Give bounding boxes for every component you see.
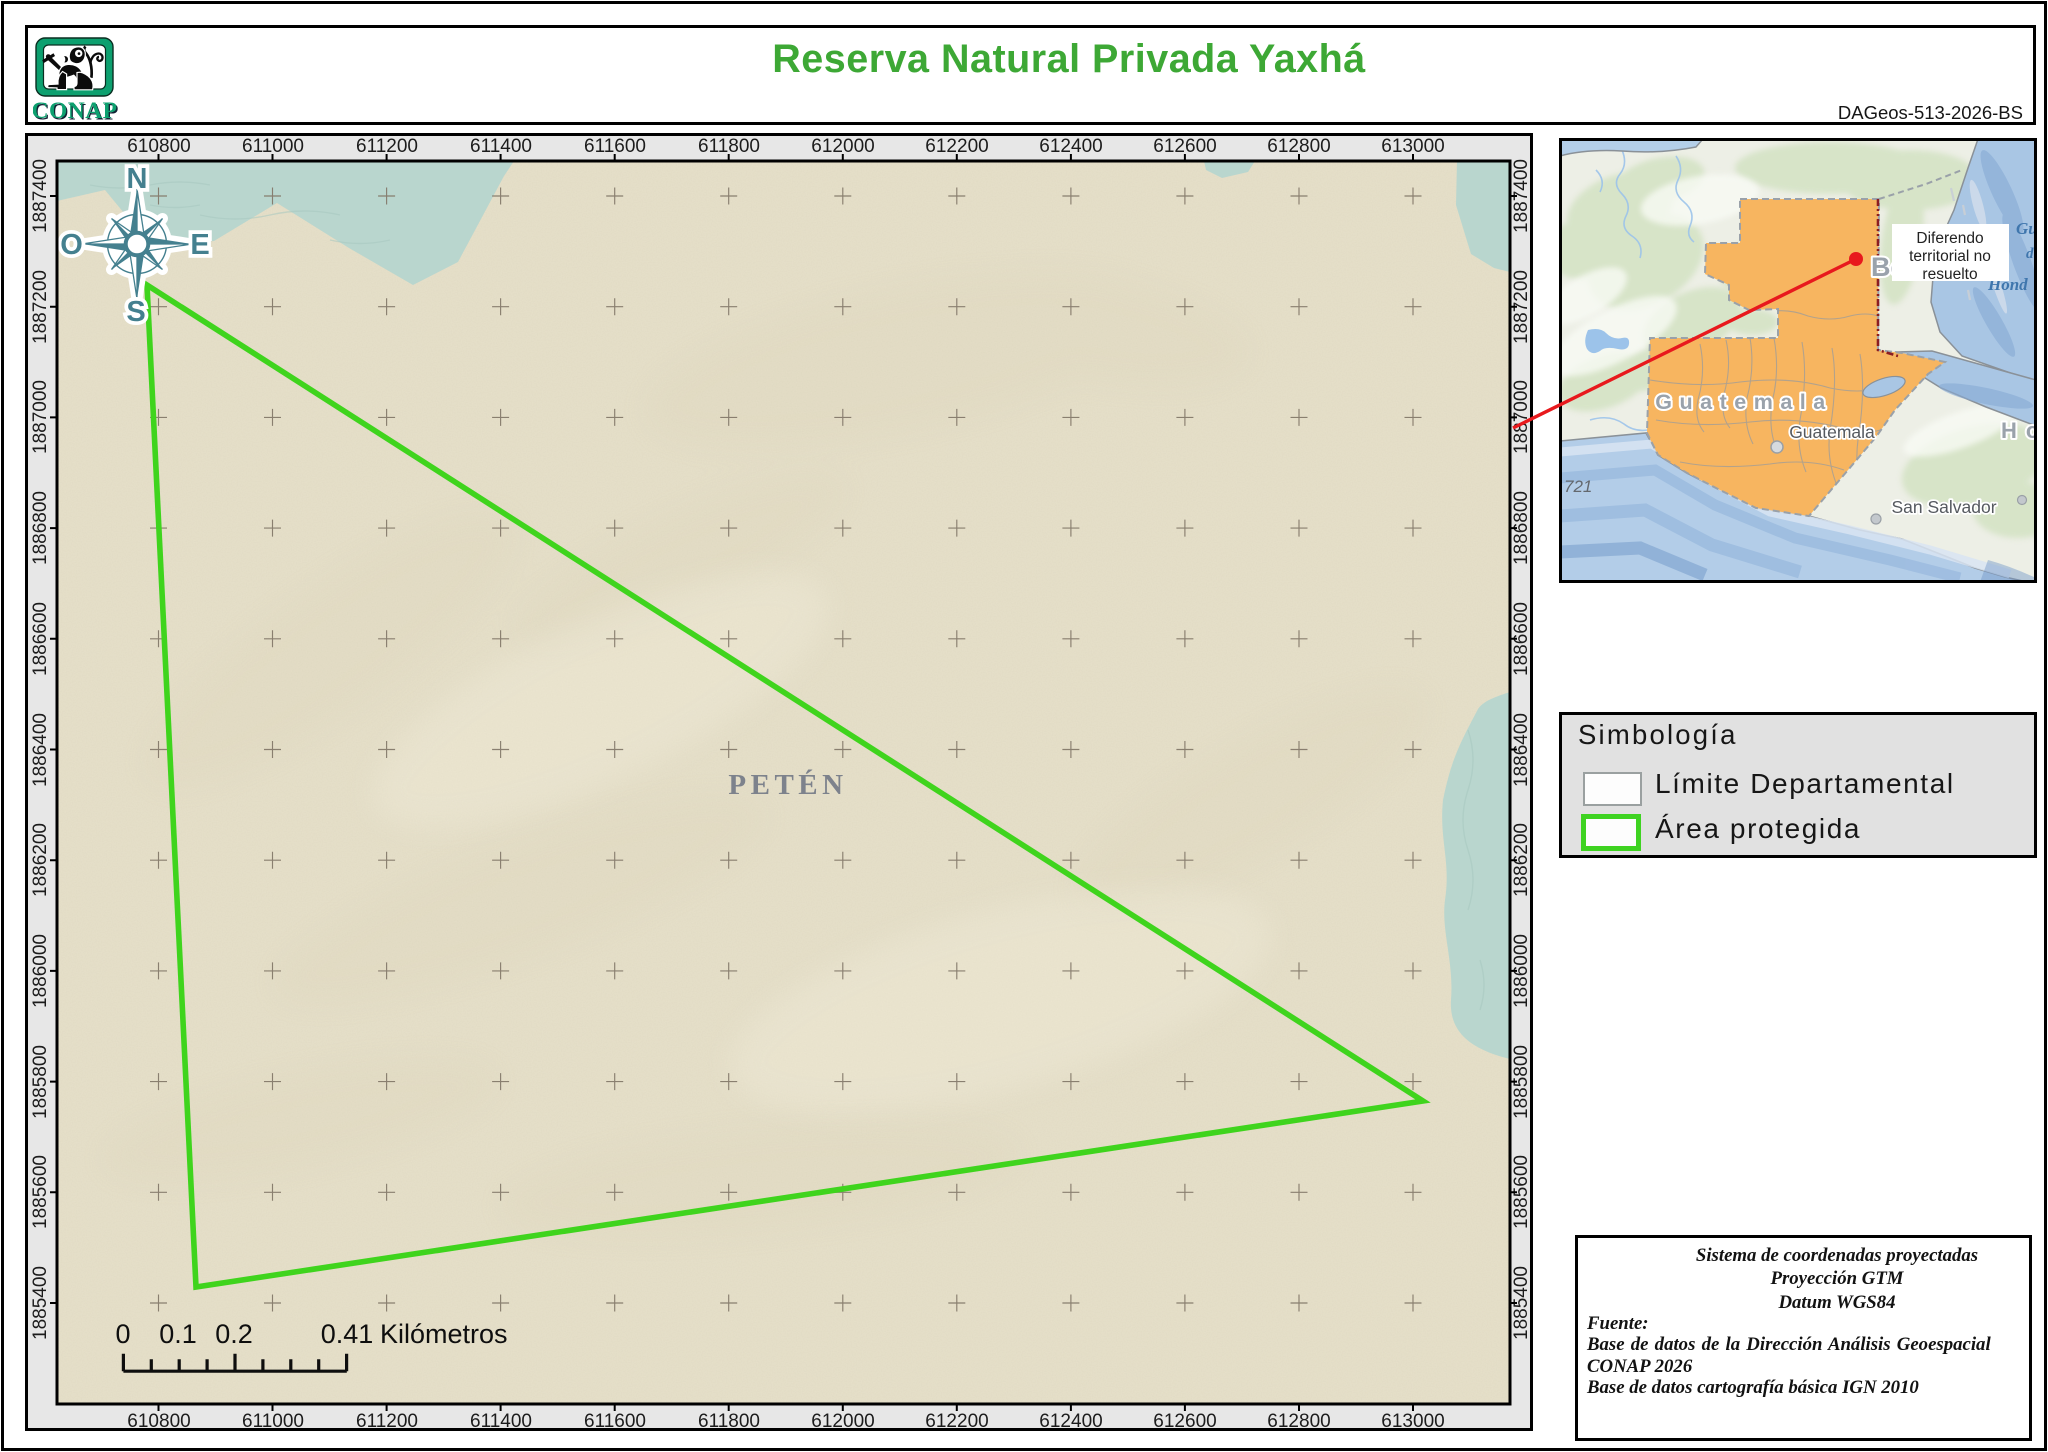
svg-text:Ho: Ho xyxy=(2001,418,2038,443)
svg-text:territorial no: territorial no xyxy=(1909,248,1991,265)
svg-text:721: 721 xyxy=(1564,477,1592,496)
svg-text:CONAP: CONAP xyxy=(33,98,118,124)
svg-text:Kilómetros: Kilómetros xyxy=(380,1319,508,1349)
svg-text:0.2: 0.2 xyxy=(215,1319,253,1349)
svg-text:Diferendo: Diferendo xyxy=(1916,230,1983,247)
svg-text:San Salvador: San Salvador xyxy=(1891,497,1996,517)
svg-text:N: N xyxy=(127,163,148,195)
svg-text:d: d xyxy=(2026,246,2034,262)
svg-text:0.1: 0.1 xyxy=(159,1319,197,1349)
svg-text:resuelto: resuelto xyxy=(1922,266,1977,283)
svg-text:E: E xyxy=(190,229,209,261)
svg-text:0.41: 0.41 xyxy=(321,1319,374,1349)
svg-text:S: S xyxy=(126,296,145,328)
svg-text:PETÉN: PETÉN xyxy=(728,768,847,801)
svg-text:Guatemala: Guatemala xyxy=(1655,390,1832,414)
svg-text:Guatemala: Guatemala xyxy=(1789,422,1875,442)
svg-text:O: O xyxy=(60,229,83,261)
svg-text:0: 0 xyxy=(115,1319,130,1349)
